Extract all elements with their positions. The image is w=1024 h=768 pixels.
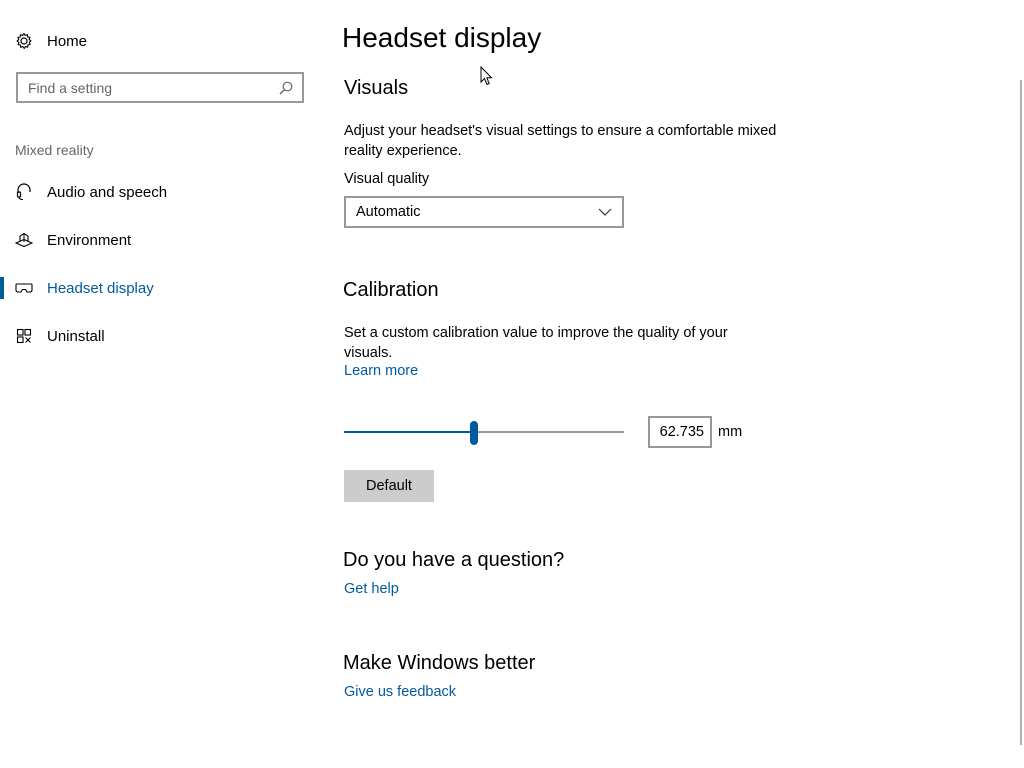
slider-thumb[interactable] (470, 421, 478, 445)
home-link[interactable]: Home (14, 28, 87, 54)
sidebar-item-label: Uninstall (47, 327, 105, 345)
learn-more-link[interactable]: Learn more (344, 363, 418, 379)
default-button[interactable]: Default (344, 470, 434, 502)
get-help-link[interactable]: Get help (344, 581, 399, 597)
calibration-slider[interactable] (344, 420, 624, 445)
headset-icon (15, 183, 33, 201)
calibration-description: Set a custom calibration value to improv… (344, 325, 728, 361)
sidebar-item-headset-display[interactable]: Headset display (0, 268, 320, 308)
sidebar-item-environment[interactable]: Environment (0, 220, 320, 260)
slider-fill (344, 431, 474, 433)
sidebar-item-audio-and-speech[interactable]: Audio and speech (0, 172, 320, 212)
uninstall-icon (15, 327, 33, 345)
gear-icon (14, 31, 34, 51)
calibration-heading: Calibration (343, 279, 439, 301)
search-icon[interactable] (278, 80, 294, 96)
visual-quality-label: Visual quality (344, 171, 430, 187)
sidebar-item-uninstall[interactable]: Uninstall (0, 316, 320, 356)
visuals-description: Adjust your headset's visual settings to… (344, 123, 777, 159)
mouse-cursor-icon (480, 65, 494, 86)
home-label: Home (47, 32, 88, 50)
search-input[interactable] (28, 79, 278, 96)
visuals-heading: Visuals (344, 77, 409, 99)
visual-quality-dropdown[interactable]: Automatic (344, 196, 624, 228)
feedback-heading: Make Windows better (343, 652, 536, 674)
question-heading: Do you have a question? (343, 549, 565, 571)
sidebar: Home Mixed reality Audio and speech (0, 0, 320, 768)
page-title: Headset display (342, 22, 542, 53)
section-label: Mixed reality (15, 142, 94, 158)
environment-icon (15, 231, 33, 249)
visual-quality-value: Automatic (356, 204, 421, 220)
chevron-down-icon (598, 204, 612, 220)
calibration-unit: mm (718, 424, 743, 440)
search-box[interactable] (16, 72, 304, 103)
sidebar-item-label: Headset display (47, 279, 154, 297)
headset-display-icon (15, 279, 33, 297)
scrollbar[interactable] (1020, 80, 1022, 745)
give-feedback-link[interactable]: Give us feedback (344, 684, 456, 700)
sidebar-item-label: Audio and speech (47, 183, 168, 201)
calibration-value-input[interactable]: 62.735 (648, 416, 712, 448)
sidebar-item-label: Environment (47, 231, 132, 249)
